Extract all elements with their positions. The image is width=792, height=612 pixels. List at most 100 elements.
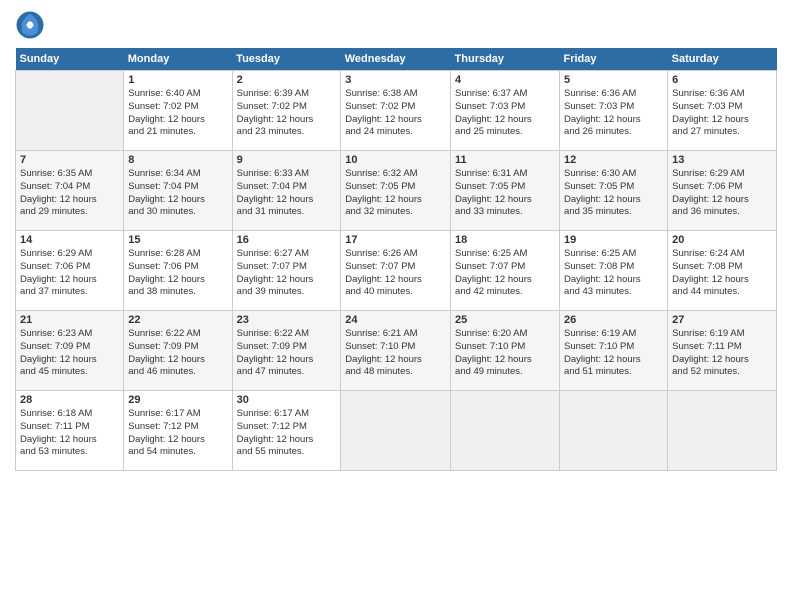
calendar-cell: 6 Sunrise: 6:36 AM Sunset: 7:03 PM Daylig…	[668, 71, 777, 151]
calendar-cell: 10Sunrise: 6:32 AM Sunset: 7:05 PM Dayli…	[341, 151, 451, 231]
day-info: Sunrise: 6:36 AM Sunset: 7:03 PM Dayligh…	[564, 88, 663, 139]
header	[15, 10, 777, 40]
calendar-cell	[668, 391, 777, 471]
week-row-2: 7Sunrise: 6:35 AM Sunset: 7:04 PM Daylig…	[16, 151, 777, 231]
calendar-cell: 28Sunrise: 6:18 AM Sunset: 7:11 PM Dayli…	[16, 391, 124, 471]
calendar-cell: 1 Sunrise: 6:40 AM Sunset: 7:02 PM Daylig…	[124, 71, 232, 151]
day-info: Sunrise: 6:20 AM Sunset: 7:10 PM Dayligh…	[455, 328, 555, 379]
logo-icon	[15, 10, 45, 40]
calendar-cell: 29 Sunrise: 6:17 AM Sunset: 7:12 PM Dayli…	[124, 391, 232, 471]
header-row: SundayMondayTuesdayWednesdayThursdayFrid…	[16, 48, 777, 71]
calendar-cell: 12 Sunrise: 6:30 AM Sunset: 7:05 PM Dayli…	[560, 151, 668, 231]
calendar-cell: 18 Sunrise: 6:25 AM Sunset: 7:07 PM Dayli…	[451, 231, 560, 311]
calendar-cell: 30 Sunrise: 6:17 AM Sunset: 7:12 PM Dayli…	[232, 391, 341, 471]
day-number: 19	[564, 234, 663, 246]
day-info: Sunrise: 6:17 AM Sunset: 7:12 PM Dayligh…	[237, 408, 337, 459]
day-info: Sunrise: 6:36 AM Sunset: 7:03 PM Dayligh…	[672, 88, 772, 139]
day-number: 5	[564, 74, 663, 86]
day-info: Sunrise: 6:35 AM Sunset: 7:04 PM Dayligh…	[20, 168, 119, 219]
day-info: Sunrise: 6:28 AM Sunset: 7:06 PM Dayligh…	[128, 248, 227, 299]
day-number: 23	[237, 314, 337, 326]
day-number: 4	[455, 74, 555, 86]
calendar-cell: 14Sunrise: 6:29 AM Sunset: 7:06 PM Dayli…	[16, 231, 124, 311]
day-number: 22	[128, 314, 227, 326]
day-info: Sunrise: 6:25 AM Sunset: 7:07 PM Dayligh…	[455, 248, 555, 299]
day-number: 26	[564, 314, 663, 326]
calendar-cell: 17 Sunrise: 6:26 AM Sunset: 7:07 PM Dayli…	[341, 231, 451, 311]
calendar-cell: 3 Sunrise: 6:38 AM Sunset: 7:02 PM Daylig…	[341, 71, 451, 151]
day-info: Sunrise: 6:19 AM Sunset: 7:10 PM Dayligh…	[564, 328, 663, 379]
day-info: Sunrise: 6:39 AM Sunset: 7:02 PM Dayligh…	[237, 88, 337, 139]
day-number: 28	[20, 394, 119, 406]
day-info: Sunrise: 6:23 AM Sunset: 7:09 PM Dayligh…	[20, 328, 119, 379]
col-header-sunday: Sunday	[16, 48, 124, 71]
week-row-1: 1 Sunrise: 6:40 AM Sunset: 7:02 PM Daylig…	[16, 71, 777, 151]
day-number: 12	[564, 154, 663, 166]
day-number: 18	[455, 234, 555, 246]
calendar-cell: 13 Sunrise: 6:29 AM Sunset: 7:06 PM Dayli…	[668, 151, 777, 231]
calendar-cell: 4 Sunrise: 6:37 AM Sunset: 7:03 PM Daylig…	[451, 71, 560, 151]
day-number: 16	[237, 234, 337, 246]
calendar-cell: 22Sunrise: 6:22 AM Sunset: 7:09 PM Dayli…	[124, 311, 232, 391]
calendar-cell: 20Sunrise: 6:24 AM Sunset: 7:08 PM Dayli…	[668, 231, 777, 311]
calendar-cell	[341, 391, 451, 471]
calendar-cell: 7Sunrise: 6:35 AM Sunset: 7:04 PM Daylig…	[16, 151, 124, 231]
week-row-3: 14Sunrise: 6:29 AM Sunset: 7:06 PM Dayli…	[16, 231, 777, 311]
col-header-thursday: Thursday	[451, 48, 560, 71]
calendar-cell: 9 Sunrise: 6:33 AM Sunset: 7:04 PM Daylig…	[232, 151, 341, 231]
day-info: Sunrise: 6:27 AM Sunset: 7:07 PM Dayligh…	[237, 248, 337, 299]
day-number: 25	[455, 314, 555, 326]
day-number: 27	[672, 314, 772, 326]
week-row-5: 28Sunrise: 6:18 AM Sunset: 7:11 PM Dayli…	[16, 391, 777, 471]
col-header-friday: Friday	[560, 48, 668, 71]
day-number: 17	[345, 234, 446, 246]
calendar-cell: 16 Sunrise: 6:27 AM Sunset: 7:07 PM Dayli…	[232, 231, 341, 311]
logo	[15, 10, 49, 40]
day-number: 24	[345, 314, 446, 326]
day-info: Sunrise: 6:22 AM Sunset: 7:09 PM Dayligh…	[237, 328, 337, 379]
day-number: 2	[237, 74, 337, 86]
page: SundayMondayTuesdayWednesdayThursdayFrid…	[0, 0, 792, 612]
calendar-cell: 15 Sunrise: 6:28 AM Sunset: 7:06 PM Dayli…	[124, 231, 232, 311]
calendar-cell	[560, 391, 668, 471]
day-info: Sunrise: 6:17 AM Sunset: 7:12 PM Dayligh…	[128, 408, 227, 459]
day-number: 29	[128, 394, 227, 406]
day-number: 1	[128, 74, 227, 86]
col-header-wednesday: Wednesday	[341, 48, 451, 71]
calendar-cell: 26 Sunrise: 6:19 AM Sunset: 7:10 PM Dayli…	[560, 311, 668, 391]
day-number: 8	[128, 154, 227, 166]
day-info: Sunrise: 6:31 AM Sunset: 7:05 PM Dayligh…	[455, 168, 555, 219]
calendar-cell	[451, 391, 560, 471]
day-number: 13	[672, 154, 772, 166]
day-number: 6	[672, 74, 772, 86]
day-info: Sunrise: 6:19 AM Sunset: 7:11 PM Dayligh…	[672, 328, 772, 379]
day-number: 21	[20, 314, 119, 326]
day-info: Sunrise: 6:24 AM Sunset: 7:08 PM Dayligh…	[672, 248, 772, 299]
day-info: Sunrise: 6:40 AM Sunset: 7:02 PM Dayligh…	[128, 88, 227, 139]
day-number: 3	[345, 74, 446, 86]
calendar-cell: 19 Sunrise: 6:25 AM Sunset: 7:08 PM Dayli…	[560, 231, 668, 311]
day-info: Sunrise: 6:29 AM Sunset: 7:06 PM Dayligh…	[672, 168, 772, 219]
calendar-cell: 23 Sunrise: 6:22 AM Sunset: 7:09 PM Dayli…	[232, 311, 341, 391]
calendar-cell: 5 Sunrise: 6:36 AM Sunset: 7:03 PM Daylig…	[560, 71, 668, 151]
day-info: Sunrise: 6:26 AM Sunset: 7:07 PM Dayligh…	[345, 248, 446, 299]
day-number: 30	[237, 394, 337, 406]
day-info: Sunrise: 6:30 AM Sunset: 7:05 PM Dayligh…	[564, 168, 663, 219]
day-number: 14	[20, 234, 119, 246]
calendar-cell	[16, 71, 124, 151]
week-row-4: 21 Sunrise: 6:23 AM Sunset: 7:09 PM Dayli…	[16, 311, 777, 391]
day-info: Sunrise: 6:37 AM Sunset: 7:03 PM Dayligh…	[455, 88, 555, 139]
calendar-cell: 24Sunrise: 6:21 AM Sunset: 7:10 PM Dayli…	[341, 311, 451, 391]
day-info: Sunrise: 6:25 AM Sunset: 7:08 PM Dayligh…	[564, 248, 663, 299]
day-number: 10	[345, 154, 446, 166]
calendar-cell: 8 Sunrise: 6:34 AM Sunset: 7:04 PM Daylig…	[124, 151, 232, 231]
calendar-cell: 21 Sunrise: 6:23 AM Sunset: 7:09 PM Dayli…	[16, 311, 124, 391]
day-number: 15	[128, 234, 227, 246]
day-number: 9	[237, 154, 337, 166]
day-info: Sunrise: 6:34 AM Sunset: 7:04 PM Dayligh…	[128, 168, 227, 219]
day-info: Sunrise: 6:33 AM Sunset: 7:04 PM Dayligh…	[237, 168, 337, 219]
col-header-tuesday: Tuesday	[232, 48, 341, 71]
day-number: 11	[455, 154, 555, 166]
col-header-saturday: Saturday	[668, 48, 777, 71]
day-info: Sunrise: 6:38 AM Sunset: 7:02 PM Dayligh…	[345, 88, 446, 139]
